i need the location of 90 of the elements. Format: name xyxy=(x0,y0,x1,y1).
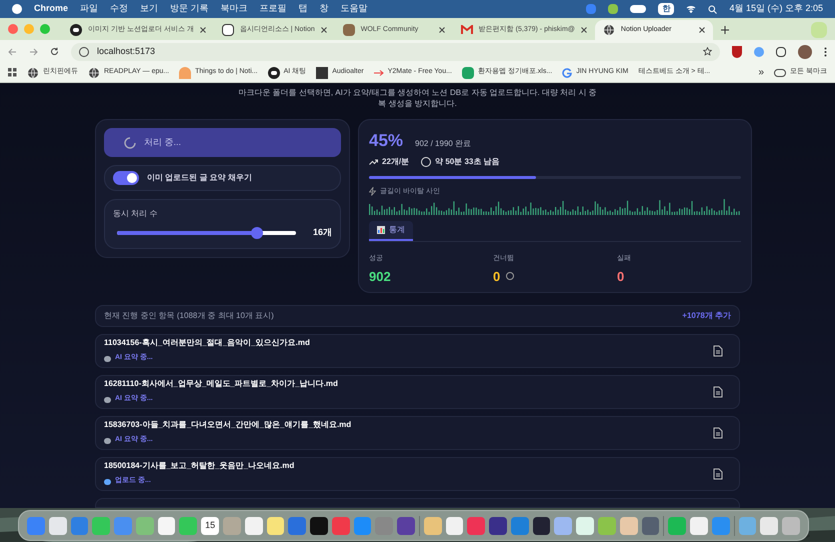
avatar[interactable] xyxy=(798,44,812,58)
spreadsheet-icon xyxy=(462,66,474,78)
menu-item[interactable]: 도움말 xyxy=(340,2,368,16)
document-icon xyxy=(713,386,723,398)
trend-icon xyxy=(369,158,378,164)
menu-item[interactable]: 수정 xyxy=(110,2,128,16)
google-icon xyxy=(562,68,572,78)
bolt-icon xyxy=(369,187,376,196)
input-source[interactable]: 한 xyxy=(658,3,674,15)
clock[interactable]: 4월 15일 (수) 오후 2:05 xyxy=(729,2,823,16)
info-icon xyxy=(79,46,89,56)
spinner-icon xyxy=(124,136,136,148)
app-icon[interactable] xyxy=(397,516,415,534)
close-window-button[interactable] xyxy=(8,24,18,34)
app-icon[interactable] xyxy=(576,516,594,534)
new-tab-button[interactable] xyxy=(720,26,729,34)
stat-value: 0 xyxy=(617,268,624,284)
process-button[interactable]: 처리 중... xyxy=(104,128,341,157)
stats-tab[interactable]: 통계 xyxy=(369,221,413,241)
back-icon[interactable] xyxy=(8,48,17,56)
concurrency-label: 동시 처리 수 xyxy=(113,208,158,220)
app-name[interactable]: Chrome xyxy=(34,2,68,16)
arrow-icon xyxy=(374,70,384,76)
app-icon[interactable] xyxy=(446,516,464,534)
globe-icon xyxy=(27,66,39,78)
reload-icon[interactable] xyxy=(50,47,59,56)
document-icon xyxy=(713,426,723,438)
close-icon[interactable] xyxy=(698,27,705,33)
menu-item[interactable]: 방문 기록 xyxy=(170,2,209,16)
queue-title: 현재 진행 중인 항목 (1088개 중 최대 10개 표시) xyxy=(104,310,274,322)
document-icon xyxy=(713,344,723,356)
help-icon[interactable] xyxy=(506,272,514,280)
clock-icon xyxy=(421,156,432,166)
description: 마크다운 폴더를 선택하면, AI가 요약/태그를 생성하여 노션 DB로 자동 업로드합니다. 대량 처리 시 중복 생성을 방지합니다. xyxy=(238,87,598,109)
stat-value: 0 xyxy=(493,268,500,284)
app-icon[interactable] xyxy=(158,516,176,534)
apps-grid-icon[interactable] xyxy=(8,68,17,77)
concurrency-value: 16개 xyxy=(312,226,332,239)
app-icon[interactable] xyxy=(690,516,708,534)
slider-thumb[interactable] xyxy=(250,226,263,239)
rate-text: 22개/분 xyxy=(382,156,410,168)
address-bar[interactable]: localhost:5173 xyxy=(71,42,720,60)
toggle-label: 이미 업로드된 글 요약 채우기 xyxy=(147,172,252,184)
file-name: 16281110-회사에서_업무상_메일도_파트별로_차이가_납니다.md xyxy=(104,378,338,390)
globe-icon xyxy=(88,66,100,78)
stat-value: 902 xyxy=(369,268,391,284)
more-icon[interactable] xyxy=(824,46,827,56)
file-name: 15836703-아들_치과를_다녀오면서_간만에_많은_얘기를_했네요.md xyxy=(104,419,352,432)
bookmark-star-icon[interactable] xyxy=(703,47,712,56)
app-icon xyxy=(316,66,328,78)
wifi-icon[interactable] xyxy=(686,5,696,13)
close-icon[interactable] xyxy=(200,27,206,33)
close-icon[interactable] xyxy=(438,27,445,33)
search-icon[interactable] xyxy=(708,4,718,14)
app-icon[interactable] xyxy=(489,516,507,534)
status-icon[interactable] xyxy=(608,4,618,14)
minimize-window-button[interactable] xyxy=(24,24,34,34)
zoom-window-button[interactable] xyxy=(40,24,50,34)
menu-item[interactable]: 프로필 xyxy=(260,2,287,16)
more-count[interactable]: +1078개 추가 xyxy=(682,310,731,322)
file-name: 11034156-혹시_여러분만의_절대_음악이_있으신가요.md xyxy=(104,337,310,350)
thumbnail-icon xyxy=(342,24,355,36)
status-icon[interactable] xyxy=(586,4,596,14)
progress-count: 902 / 1990 완료 xyxy=(415,138,472,150)
extension-icon[interactable] xyxy=(754,46,764,56)
shield-icon[interactable] xyxy=(732,46,742,58)
mail-icon xyxy=(460,25,473,35)
progress-percent: 45% xyxy=(369,130,404,152)
calendar-icon[interactable]: 15 xyxy=(201,516,220,534)
apple-icon[interactable] xyxy=(12,4,22,14)
close-icon[interactable] xyxy=(320,27,327,33)
url-text: localhost:5173 xyxy=(97,44,156,58)
more-bookmarks-button[interactable]: » xyxy=(758,65,764,80)
file-name: 18500184-기사를_보고_허탈한_웃음만_나오네요.md xyxy=(104,460,294,472)
toggle-switch[interactable] xyxy=(113,171,139,185)
forward-icon[interactable] xyxy=(29,48,38,56)
document-icon xyxy=(713,468,723,480)
menu-item[interactable]: 창 xyxy=(320,2,329,16)
menu-item[interactable]: 북마크 xyxy=(220,2,248,16)
bar-chart-icon xyxy=(377,226,385,234)
close-icon[interactable] xyxy=(580,27,587,33)
menu-item[interactable]: 탭 xyxy=(298,2,308,16)
app-icon[interactable] xyxy=(244,516,263,534)
battery-icon[interactable] xyxy=(630,5,646,13)
app-icon[interactable] xyxy=(532,516,550,534)
menu-item[interactable]: 보기 xyxy=(140,2,158,16)
menu-item[interactable]: 파일 xyxy=(80,2,98,16)
app-icon[interactable] xyxy=(310,516,328,534)
remaining-text: 약 50분 33초 남음 xyxy=(435,156,500,168)
globe-icon xyxy=(602,24,615,36)
